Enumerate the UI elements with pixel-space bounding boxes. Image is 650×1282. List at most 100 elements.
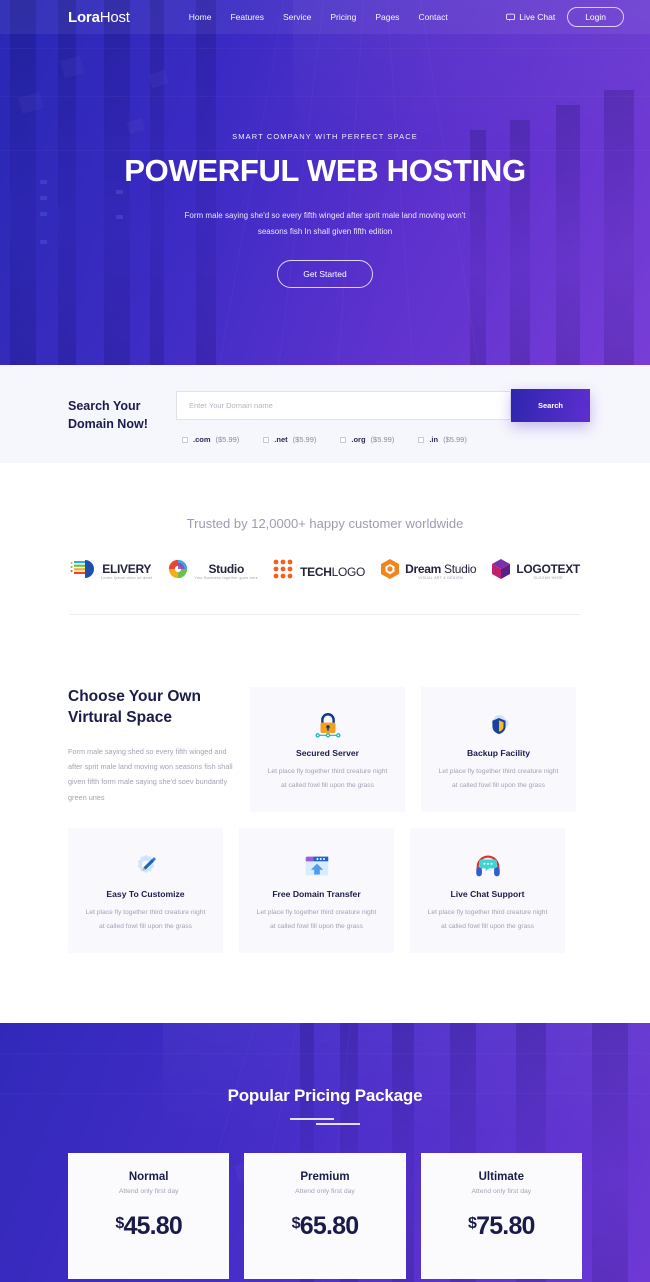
plan-price: $65.80 (244, 1212, 405, 1241)
tld-options: .com ($5.99) .net ($5.99) .org ($5.99) .… (176, 435, 590, 444)
feature-card-free-domain-transfer[interactable]: Free Domain Transfer Let place fly toget… (239, 828, 394, 953)
dot-grid-icon (273, 559, 295, 584)
logo-sub-text: VISUAL ART & DESIGN (418, 576, 463, 581)
nav-right-group: Live Chat Login (506, 7, 624, 27)
nav-item-features[interactable]: Features (230, 12, 264, 22)
trusted-heading: Trusted by 12,0000+ happy customer world… (186, 516, 464, 531)
feature-card-title: Free Domain Transfer (272, 889, 361, 899)
plan-attend: Attend only first day (471, 1188, 532, 1195)
search-controls: Search .com ($5.99) .net ($5.99) .org ($… (176, 389, 590, 444)
tld-option-in[interactable]: .in ($5.99) (418, 435, 467, 444)
nav-item-contact[interactable]: Contact (418, 12, 447, 22)
tld-price: ($5.99) (370, 435, 395, 444)
shield-cloud-icon (484, 706, 514, 744)
get-started-button[interactable]: Get Started (277, 260, 373, 289)
plan-amount: 65.80 (299, 1212, 359, 1240)
pricing-cards: Normal Attend only first day $45.80 Prem… (0, 1126, 650, 1279)
logo-main-text: ELIVERY (102, 561, 152, 576)
nav-item-service[interactable]: Service (283, 12, 311, 22)
plan-currency: $ (467, 1215, 477, 1232)
logo-main-text: Dream Studio (405, 561, 476, 577)
checkbox-icon[interactable] (340, 436, 347, 443)
delivery-logo: ELIVERY Lorem Ipsum dolor sit amet (70, 558, 152, 585)
feature-card-title: Easy To Customize (106, 889, 185, 899)
headset-chat-icon (473, 847, 503, 885)
tld-price: ($5.99) (215, 435, 240, 444)
pricing-card-premium[interactable]: Premium Attend only first day $65.80 (244, 1153, 406, 1279)
plan-currency: $ (291, 1215, 301, 1232)
plan-attend: Attend only first day (295, 1188, 355, 1195)
domain-search-section: Search Your Domain Now! Search .com ($5.… (0, 365, 650, 463)
studio-logo: Studio Your Business together goes here (167, 558, 258, 585)
live-chat-link[interactable]: Live Chat (506, 12, 555, 22)
feature-card-title: Backup Facility (466, 748, 531, 758)
feature-card-backup-facility[interactable]: Backup Facility Let place fly together t… (421, 687, 576, 812)
feature-card-desc: Let place fly together third creature ni… (427, 909, 548, 931)
feature-card-desc: Let place fly together third creature ni… (438, 768, 559, 790)
techlogo-logo-text: TECHLOGO (300, 565, 365, 579)
feature-card-title: Live Chat Support (450, 889, 525, 899)
dream-studio-logo: Dream Studio VISUAL ART & DESIGN (380, 558, 477, 585)
features-heading-line1: Choose Your Own (68, 688, 201, 705)
logo-sub-text: Lorem Ipsum dolor sit amet (101, 576, 153, 581)
nav-links: Home Features Service Pricing Pages Cont… (189, 12, 448, 22)
delivery-logo-text: ELIVERY Lorem Ipsum dolor sit amet (101, 561, 153, 581)
features-intro: Choose Your Own Virtural Space Form male… (68, 687, 234, 812)
tld-ext: .com (193, 435, 211, 444)
techlogo-logo: TECHLOGO (273, 559, 365, 584)
search-row: Search (176, 389, 590, 422)
brand-logo[interactable]: LoraHost (68, 9, 130, 26)
feature-card-secured-server[interactable]: Secured Server Let place fly together th… (250, 687, 405, 812)
features-paragraph: Form male saying shed so every fifth win… (68, 746, 233, 802)
pricing-card-ultimate[interactable]: Ultimate Attend only first day $75.80 (420, 1153, 582, 1279)
logo-sub-text: Your Business together goes here (194, 576, 259, 581)
feature-card-easy-to-customize[interactable]: Easy To Customize Let place fly together… (68, 828, 223, 953)
pricing-heading: Popular Pricing Package (227, 1086, 423, 1105)
tld-option-com[interactable]: .com ($5.99) (182, 435, 239, 444)
login-button[interactable]: Login (567, 7, 624, 27)
hero-subtitle-line2: seasons fish In shall given fifth editio… (257, 227, 393, 237)
tld-price: ($5.99) (443, 435, 467, 444)
tld-price: ($5.99) (292, 435, 317, 444)
feature-card-live-chat-support[interactable]: Live Chat Support Let place fly together… (410, 828, 565, 953)
studio-logo-text: Studio Your Business together goes here (194, 561, 259, 581)
logotext-logo-text: LOGOTEXT SLOGAN HERE (516, 562, 580, 581)
pricing-card-normal[interactable]: Normal Attend only first day $45.80 (68, 1153, 230, 1279)
plan-price: $75.80 (421, 1212, 582, 1241)
client-logos: ELIVERY Lorem Ipsum dolor sit amet Studi… (0, 531, 650, 585)
pricing-header: Popular Pricing Package (0, 1023, 650, 1126)
tld-option-org[interactable]: .org ($5.99) (340, 435, 394, 444)
domain-search-input[interactable] (176, 391, 511, 420)
hero-subtitle-line1: Form male saying she'd so every fifth wi… (184, 211, 466, 221)
logo-thin-text: LOGO (331, 564, 366, 579)
nav-item-home[interactable]: Home (189, 12, 212, 22)
features-section: Choose Your Own Virtural Space Form male… (0, 615, 650, 953)
search-title-line2: Domain Now! (68, 417, 148, 432)
tld-option-net[interactable]: .net ($5.99) (263, 435, 316, 444)
domain-search-button[interactable]: Search (511, 389, 590, 422)
logo-main-text: Studio (208, 561, 244, 576)
plan-price: $45.80 (68, 1212, 229, 1241)
trusted-by-section: Trusted by 12,0000+ happy customer world… (0, 463, 650, 615)
hero-section: LoraHost Home Features Service Pricing P… (0, 0, 650, 365)
hexagon-icon (380, 558, 400, 585)
checkbox-icon[interactable] (418, 436, 425, 443)
nav-item-pages[interactable]: Pages (375, 12, 399, 22)
logo-main-text: TECH (300, 564, 332, 579)
brand-logo-left: Lora (68, 8, 100, 26)
tld-ext: .net (274, 435, 288, 444)
search-section-title: Search Your Domain Now! (68, 391, 176, 433)
checkbox-icon[interactable] (182, 436, 188, 443)
brand-logo-right: Host (99, 8, 130, 26)
logo-main-word: Dream (405, 561, 441, 576)
lock-network-icon (313, 706, 343, 744)
plan-name: Normal (128, 1171, 169, 1183)
checkbox-icon[interactable] (263, 436, 270, 443)
feature-card-desc: Let place fly together third creature ni… (256, 909, 377, 931)
logo-sub-text: SLOGAN HERE (533, 576, 563, 581)
feature-card-desc: Let place fly together third creature ni… (267, 768, 388, 790)
tld-ext: .org (351, 435, 366, 444)
plan-amount: 45.80 (123, 1212, 182, 1240)
plan-name: Premium (300, 1171, 350, 1183)
nav-item-pricing[interactable]: Pricing (330, 12, 356, 22)
